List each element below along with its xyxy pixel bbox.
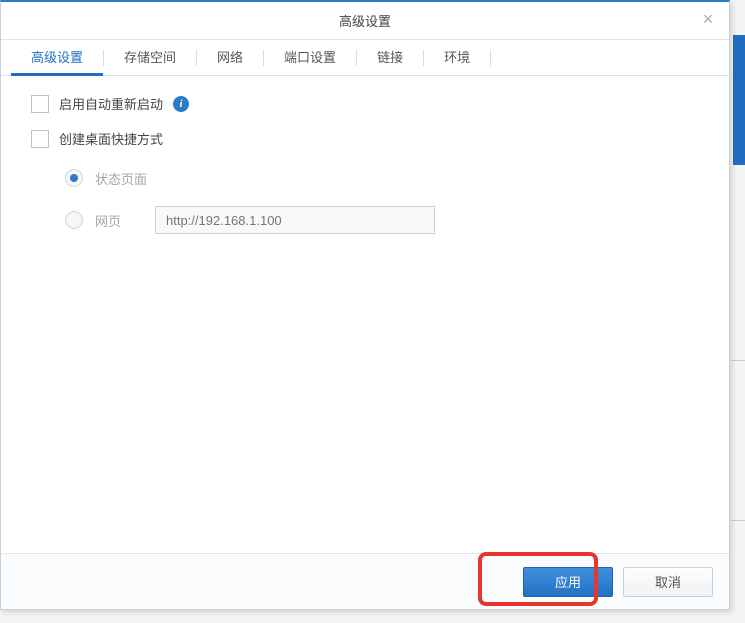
tab-port[interactable]: 端口设置 bbox=[264, 40, 356, 76]
info-icon[interactable]: i bbox=[173, 96, 189, 112]
url-input[interactable] bbox=[155, 206, 435, 234]
tab-bar: 高级设置 存储空间 网络 端口设置 链接 环境 bbox=[1, 40, 729, 76]
dialog-footer: 应用 取消 bbox=[1, 553, 729, 609]
auto-restart-label: 启用自动重新启动 bbox=[59, 94, 163, 113]
auto-restart-checkbox[interactable] bbox=[31, 95, 49, 113]
status-page-label: 状态页面 bbox=[95, 169, 147, 188]
tab-network[interactable]: 网络 bbox=[197, 40, 263, 76]
dialog-content: 启用自动重新启动 i 创建桌面快捷方式 状态页面 网页 bbox=[1, 76, 729, 553]
tab-advanced[interactable]: 高级设置 bbox=[11, 40, 103, 76]
tab-links[interactable]: 链接 bbox=[357, 40, 423, 76]
advanced-settings-dialog: 高级设置 × 高级设置 存储空间 网络 端口设置 链接 环境 启用自动重新启动 … bbox=[0, 0, 730, 610]
tab-environment[interactable]: 环境 bbox=[424, 40, 490, 76]
tab-storage[interactable]: 存储空间 bbox=[104, 40, 196, 76]
apply-button[interactable]: 应用 bbox=[523, 567, 613, 597]
status-page-radio[interactable] bbox=[65, 169, 83, 187]
create-shortcut-checkbox[interactable] bbox=[31, 130, 49, 148]
close-icon[interactable]: × bbox=[699, 11, 717, 29]
cancel-button[interactable]: 取消 bbox=[623, 567, 713, 597]
create-shortcut-label: 创建桌面快捷方式 bbox=[59, 129, 163, 148]
dialog-title: 高级设置 bbox=[339, 11, 391, 30]
web-page-label: 网页 bbox=[95, 211, 143, 230]
dialog-header: 高级设置 × bbox=[1, 2, 729, 40]
web-page-radio[interactable] bbox=[65, 211, 83, 229]
